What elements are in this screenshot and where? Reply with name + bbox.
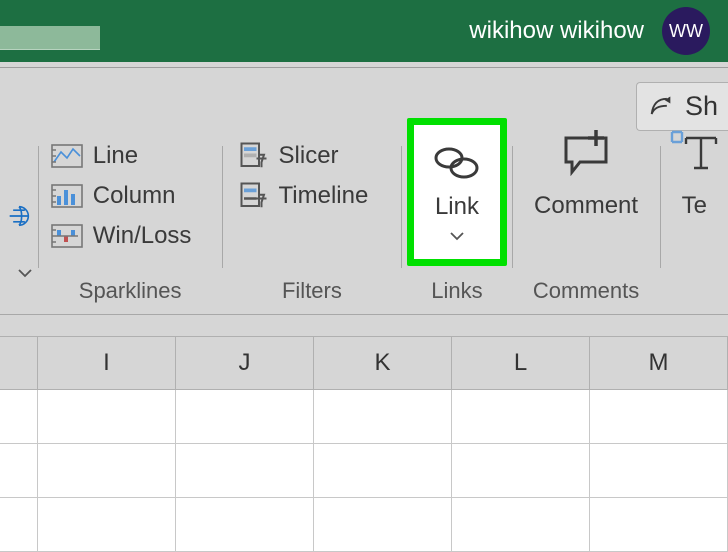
cell[interactable]: [452, 390, 590, 444]
cell[interactable]: [176, 444, 314, 498]
addins-group-partial: [0, 136, 38, 314]
timeline-button[interactable]: Timeline: [239, 176, 369, 216]
line-chart-icon: [51, 142, 83, 170]
titlebar: wikihow wikihow WW: [0, 0, 728, 62]
cell[interactable]: [590, 390, 728, 444]
cell[interactable]: [176, 498, 314, 552]
cell[interactable]: [176, 390, 314, 444]
cell[interactable]: [452, 498, 590, 552]
grid-row: [0, 498, 728, 552]
cell[interactable]: [0, 390, 38, 444]
cell[interactable]: [38, 444, 176, 498]
grid-row: [0, 444, 728, 498]
column-chart-icon: [51, 182, 83, 210]
name-box[interactable]: [0, 26, 100, 50]
timeline-label: Timeline: [279, 182, 369, 210]
column-headers: I J K L M: [0, 336, 728, 390]
cell[interactable]: [0, 498, 38, 552]
sparkline-winloss-label: Win/Loss: [93, 222, 192, 250]
cell[interactable]: [590, 444, 728, 498]
chevron-down-icon[interactable]: [17, 268, 33, 278]
links-group-label: Links: [402, 278, 511, 304]
comment-label: Comment: [534, 192, 638, 220]
link-label: Link: [435, 193, 479, 221]
comments-group: Comment Comments: [513, 136, 660, 314]
spreadsheet: I J K L M: [0, 336, 728, 552]
cell[interactable]: [314, 390, 452, 444]
grid-row: [0, 390, 728, 444]
slicer-icon: [239, 141, 269, 171]
sparkline-line-label: Line: [93, 142, 138, 170]
globe-icon: [5, 202, 33, 230]
comment-icon: [558, 128, 614, 176]
user-name: wikihow wikihow: [469, 17, 644, 45]
cell[interactable]: [452, 444, 590, 498]
column-header-K[interactable]: K: [314, 337, 452, 389]
formula-bar-area: [0, 314, 728, 336]
sparklines-group-label: Sparklines: [39, 278, 222, 304]
slicer-button[interactable]: Slicer: [239, 136, 339, 176]
sparkline-line-button[interactable]: Line: [51, 136, 138, 176]
share-button[interactable]: Sh: [636, 82, 728, 131]
ribbon: Sh Line: [0, 68, 728, 314]
column-header-L[interactable]: L: [452, 337, 590, 389]
comments-group-label: Comments: [513, 278, 660, 304]
sparkline-column-button[interactable]: Column: [51, 176, 176, 216]
avatar[interactable]: WW: [662, 7, 710, 55]
cell[interactable]: [38, 498, 176, 552]
timeline-icon: [239, 181, 269, 211]
filters-group: Slicer Timeline Filters: [223, 136, 402, 314]
winloss-chart-icon: [51, 222, 83, 250]
cell[interactable]: [314, 444, 452, 498]
share-label: Sh: [685, 91, 718, 122]
cell[interactable]: [0, 444, 38, 498]
column-header[interactable]: [0, 337, 38, 389]
slicer-label: Slicer: [279, 142, 339, 170]
sparklines-group: Line Column: [39, 136, 222, 314]
column-header-M[interactable]: M: [590, 337, 728, 389]
chevron-down-icon[interactable]: [449, 231, 465, 241]
column-header-J[interactable]: J: [176, 337, 314, 389]
text-group-partial: Te: [661, 136, 728, 314]
grid-rows: [0, 390, 728, 552]
comment-button[interactable]: Comment: [534, 128, 638, 220]
cell[interactable]: [590, 498, 728, 552]
cell[interactable]: [314, 498, 452, 552]
sparkline-winloss-button[interactable]: Win/Loss: [51, 216, 192, 256]
links-group: Link Links: [402, 136, 511, 314]
text-label-partial: Te: [682, 192, 707, 220]
link-icon: [429, 143, 485, 183]
text-box-button[interactable]: Te: [666, 128, 722, 220]
sparkline-column-label: Column: [93, 182, 176, 210]
link-button[interactable]: Link: [407, 118, 507, 266]
text-box-icon: [666, 128, 722, 176]
column-header-I[interactable]: I: [38, 337, 176, 389]
cell[interactable]: [38, 390, 176, 444]
filters-group-label: Filters: [223, 278, 402, 304]
share-icon: [647, 93, 675, 121]
